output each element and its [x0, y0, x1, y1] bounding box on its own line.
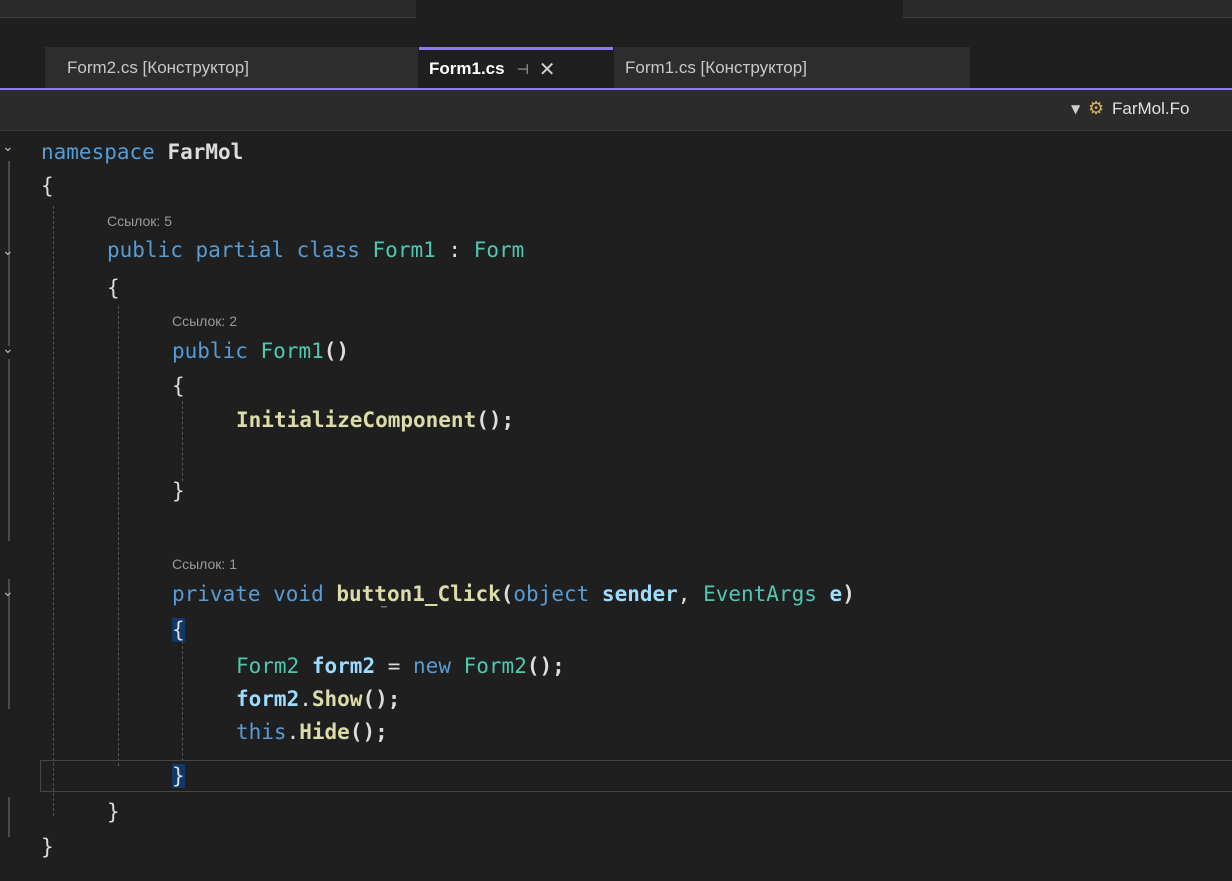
type-name: Form2 [463, 654, 527, 678]
indent-guide [182, 401, 183, 481]
method-call: Hide [299, 720, 350, 744]
method-call: InitializeComponent [236, 408, 477, 432]
brace: { [107, 276, 120, 300]
code-line: public partial class Form1 : Form [107, 235, 524, 265]
code-line: InitializeComponent(); [236, 405, 514, 435]
code-line: private void button1_Click(object sender… [172, 579, 855, 609]
code-line: { [172, 615, 185, 645]
codelens-references[interactable]: Ссылок: 1 [172, 556, 237, 572]
collapse-icon[interactable]: ⌄ [2, 584, 14, 600]
codelens-references[interactable]: Ссылок: 5 [107, 213, 172, 229]
tab-form1-cs[interactable]: Form1.cs ⊣ ✕ [419, 47, 613, 88]
tab-label: Form2.cs [Конструктор] [67, 57, 249, 77]
brace: { [172, 374, 185, 398]
ctor-name: Form1 [260, 339, 324, 363]
variable: form2 [236, 687, 300, 711]
parameter: sender [601, 582, 678, 606]
code-line: { [172, 371, 185, 401]
code-line: } [107, 797, 120, 827]
code-line: form2.Show(); [236, 684, 400, 714]
punctuation: (); [349, 720, 388, 744]
tab-form2-designer[interactable]: Form2.cs [Конструктор] [45, 47, 418, 88]
tab-label: Form1.cs [429, 59, 505, 78]
tab-label: Form1.cs [Конструктор] [625, 57, 807, 77]
member-dropdown[interactable]: FarMol.Fo [1112, 99, 1189, 119]
punctuation: ( [500, 582, 514, 606]
collapse-icon[interactable]: ⌄ [2, 243, 14, 259]
code-line: this.Hide(); [236, 717, 388, 747]
indent-guide [182, 641, 183, 761]
brace: } [172, 479, 185, 503]
brace-match-highlight: { [172, 618, 185, 642]
brace: { [41, 174, 54, 198]
variable: form2 [311, 654, 376, 678]
collapse-icon[interactable]: ⌄ [2, 341, 14, 357]
chevron-down-icon[interactable]: ▼ [1071, 102, 1080, 116]
namespace-name: FarMol [167, 140, 244, 164]
change-margin-mark [8, 359, 10, 541]
type-name: Form2 [236, 654, 300, 678]
operator: = [375, 654, 414, 678]
punctuation: () [323, 339, 350, 363]
code-line: } [172, 476, 185, 506]
class-name: Form1 [372, 238, 436, 262]
indent-guide [53, 206, 54, 816]
code-line: } [172, 761, 185, 791]
code-line: Form2 form2 = new Form2(); [236, 651, 565, 681]
code-line: { [107, 273, 120, 303]
keyword: object [513, 582, 590, 606]
codelens-references[interactable]: Ссылок: 2 [172, 313, 237, 329]
punctuation: (); [526, 654, 565, 678]
punctuation: . [299, 687, 312, 711]
code-line: } [41, 832, 54, 862]
top-panel-right [903, 0, 1232, 18]
indent-guide [118, 306, 119, 766]
title-strip [0, 0, 1232, 47]
keyword: namespace [41, 140, 155, 164]
keyword: this [236, 720, 287, 744]
punctuation: (); [476, 408, 515, 432]
keyword: public [172, 339, 248, 363]
punctuation: . [286, 720, 300, 744]
navigation-bar: ▼ ⚙ FarMol.Fo [0, 90, 1232, 131]
punctuation: ) [842, 582, 855, 606]
code-line: public Form1() [172, 336, 349, 366]
keyword: new [413, 654, 451, 678]
method-name: button1_Click [336, 582, 501, 606]
keyword: private void [172, 582, 324, 606]
punctuation: : [435, 238, 474, 262]
brace: } [41, 835, 54, 859]
current-line-highlight [40, 760, 1232, 792]
type-name: EventArgs [703, 582, 817, 606]
code-editor[interactable]: ⌄ ⌄ ⌄ ⌄ namespace FarMol { Ссылок: 5 pub… [0, 131, 1232, 881]
code-line: { [41, 171, 54, 201]
brace-match-highlight: } [172, 764, 185, 788]
pin-icon[interactable]: ⊣ [517, 61, 529, 78]
tab-form1-designer[interactable]: Form1.cs [Конструктор] [614, 47, 970, 88]
keyword: public partial class [107, 238, 360, 262]
base-type: Form [473, 238, 525, 262]
class-icon: ⚙ [1088, 98, 1105, 119]
punctuation: , [677, 582, 704, 606]
top-panel-left [0, 0, 416, 18]
document-tab-bar: Form2.cs [Конструктор] Form1.cs ⊣ ✕ Form… [0, 47, 1232, 88]
close-icon[interactable]: ✕ [539, 57, 556, 82]
code-line: namespace FarMol [41, 137, 243, 167]
collapse-icon[interactable]: ⌄ [2, 139, 14, 155]
parameter: e [829, 582, 843, 606]
suggestion-dots: ⋯ [381, 602, 388, 613]
change-margin-mark [8, 797, 10, 837]
method-call: Show [311, 687, 363, 711]
brace: } [107, 800, 120, 824]
punctuation: (); [362, 687, 401, 711]
